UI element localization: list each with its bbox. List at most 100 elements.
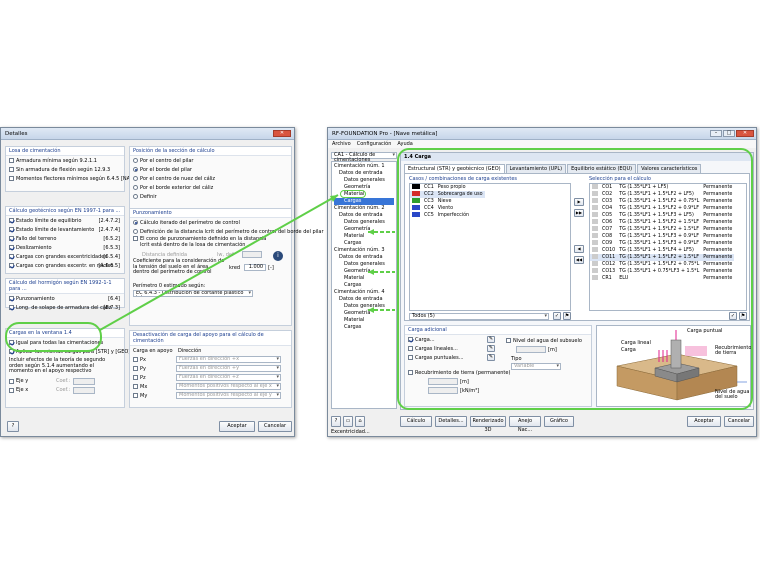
desact-checkbox[interactable] bbox=[133, 393, 138, 398]
perimetro-select[interactable]: EC 6.4.3 - Distribución de cortante plás… bbox=[133, 290, 253, 297]
bottom-icon-c[interactable]: ⌂ bbox=[355, 416, 365, 427]
pun-item-0-radio[interactable] bbox=[133, 220, 138, 225]
desact-checkbox[interactable] bbox=[133, 357, 138, 362]
bottom-icon-a[interactable]: ? bbox=[331, 416, 341, 427]
losa-item-1-checkbox[interactable] bbox=[9, 167, 14, 172]
tree-node[interactable]: Datos de entrada bbox=[334, 212, 394, 219]
desact-row[interactable]: My Momentos positivos respecto al eje y bbox=[130, 391, 291, 400]
close-icon[interactable]: ✕ bbox=[273, 130, 291, 137]
close-icon[interactable]: ✕ bbox=[736, 130, 754, 137]
desact-direction-select[interactable]: Fuerzas en dirección +z bbox=[176, 374, 281, 381]
desact-row[interactable]: Pz Fuerzas en dirección +z bbox=[130, 373, 291, 382]
geo-item-2-checkbox[interactable] bbox=[9, 236, 14, 241]
tree-node[interactable]: Datos generales bbox=[334, 177, 394, 184]
tree-node[interactable]: Cargas bbox=[334, 198, 394, 205]
tree-node[interactable]: Datos de entrada bbox=[334, 296, 394, 303]
tree-node[interactable]: Material bbox=[334, 275, 394, 282]
tree-node[interactable]: Material bbox=[334, 233, 394, 240]
kred-input[interactable]: 1.000 bbox=[244, 264, 267, 271]
minimize-icon[interactable]: – bbox=[710, 130, 722, 137]
menu-ayuda[interactable]: Ayuda bbox=[397, 140, 412, 148]
desact-checkbox[interactable] bbox=[133, 375, 138, 380]
hor-item-0-checkbox[interactable] bbox=[9, 296, 14, 301]
tree-node[interactable]: Cimentación núm. 3 bbox=[334, 247, 394, 254]
info-icon[interactable]: i bbox=[273, 251, 283, 261]
geo-item-2-row[interactable]: Fallo del terreno [6.5.2] bbox=[6, 234, 124, 243]
tree-node[interactable]: Cimentación núm. 1 bbox=[334, 163, 394, 170]
tree-node[interactable]: Cargas bbox=[334, 240, 394, 247]
eje-y-checkbox[interactable] bbox=[9, 378, 14, 384]
tree-node[interactable]: Cimentación núm. 2 bbox=[334, 205, 394, 212]
posicion-item-0-radio[interactable] bbox=[133, 158, 138, 163]
losa-item-0-checkbox[interactable] bbox=[9, 158, 14, 163]
menu-archivo[interactable]: Archivo bbox=[332, 140, 351, 148]
geo-item-4-row[interactable]: Cargas con grandes excentricidades [6.5.4… bbox=[6, 252, 124, 261]
tree-node[interactable]: Cargas bbox=[334, 282, 394, 289]
losa-item-2-row[interactable]: Momentos flectores mínimos según 6.4.5 [… bbox=[6, 174, 142, 183]
desact-row[interactable]: Py Fuerzas en dirección +y bbox=[130, 364, 291, 373]
pun-item-1-row[interactable]: Definición de la distancia lcrit del per… bbox=[130, 227, 324, 236]
geo-item-0-row[interactable]: Estado límite de equilibrio [2.4.7.2] bbox=[6, 216, 124, 225]
ok-button[interactable]: Aceptar bbox=[687, 416, 721, 427]
tree-node[interactable]: Geometría bbox=[334, 226, 394, 233]
geo-item-5-checkbox[interactable] bbox=[9, 263, 14, 268]
geo-item-5-row[interactable]: Cargas con grandes excentr. en núcleo [A … bbox=[6, 261, 124, 270]
geo-item-0-checkbox[interactable] bbox=[9, 218, 14, 223]
geo-item-1-checkbox[interactable] bbox=[9, 227, 14, 232]
ok-button[interactable]: Aceptar bbox=[219, 421, 255, 432]
tree-node[interactable]: Datos generales bbox=[334, 303, 394, 310]
tree-node[interactable]: Datos generales bbox=[334, 261, 394, 268]
losa-item-2-checkbox[interactable] bbox=[9, 176, 14, 181]
desact-direction-select[interactable]: Fuerzas en dirección +x bbox=[176, 356, 281, 363]
anejo-button[interactable]: Anejo Nac... bbox=[509, 416, 541, 433]
geo-item-1-row[interactable]: Estado límite de levantamiento [2.4.7.4] bbox=[6, 225, 124, 234]
pun-item-0-row[interactable]: Cálculo iterado del perímetro de control bbox=[130, 218, 291, 227]
coef-x-input[interactable] bbox=[73, 386, 96, 394]
cono-checkbox[interactable] bbox=[133, 236, 138, 241]
desact-direction-select[interactable]: Fuerzas en dirección +y bbox=[176, 365, 281, 372]
posicion-item-3-row[interactable]: Por el borde exterior del cáliz bbox=[130, 183, 291, 192]
case-select[interactable]: CA1 - Cálculo de cimentaciones bbox=[331, 152, 397, 163]
menu-configuracion[interactable]: Configuración bbox=[357, 140, 392, 148]
tree-node[interactable]: Geometría bbox=[334, 310, 394, 317]
pun-item-1-radio[interactable] bbox=[133, 229, 138, 234]
tree-node[interactable]: Datos de entrada bbox=[334, 170, 394, 177]
cancel-button[interactable]: Cancelar bbox=[724, 416, 754, 427]
posicion-item-1-radio[interactable] bbox=[133, 167, 138, 172]
posicion-item-0-row[interactable]: Por el centro del pilar bbox=[130, 156, 291, 165]
eje-x-checkbox[interactable] bbox=[9, 387, 14, 393]
posicion-item-2-row[interactable]: Por el centro de nuez del cáliz bbox=[130, 174, 291, 183]
help-button[interactable]: ? bbox=[7, 421, 19, 432]
tree-node[interactable]: Cimentación núm. 4 bbox=[334, 289, 394, 296]
desact-direction-select[interactable]: Momentos positivos respecto al eje x bbox=[176, 383, 281, 390]
geo-item-3-row[interactable]: Deslizamiento [6.5.3] bbox=[6, 243, 124, 252]
hor-item-0-row[interactable]: Punzonamiento [6.4] bbox=[6, 294, 124, 303]
cono-row[interactable]: El cono de punzonamiento definido en la … bbox=[130, 236, 270, 250]
desact-checkbox[interactable] bbox=[133, 384, 138, 389]
tree-node[interactable]: Material bbox=[334, 317, 394, 324]
distancia-input[interactable] bbox=[241, 251, 262, 258]
coef-y-input[interactable] bbox=[73, 377, 96, 385]
posicion-item-2-radio[interactable] bbox=[133, 176, 138, 181]
tree-node[interactable]: Datos de entrada bbox=[334, 254, 394, 261]
renderizado-button[interactable]: Renderizado 3D bbox=[470, 416, 506, 433]
tree-node[interactable]: Datos generales bbox=[334, 219, 394, 226]
losa-item-1-row[interactable]: Sin armadura de flexión según 12.9.3 bbox=[6, 165, 124, 174]
hor-item-1-row[interactable]: Long. de solape de armadura del cáliz [8.… bbox=[6, 303, 124, 312]
desact-row[interactable]: Px Fuerzas en dirección +x bbox=[130, 355, 291, 364]
tree-node[interactable]: Geometría bbox=[334, 268, 394, 275]
desact-direction-select[interactable]: Momentos positivos respecto al eje y bbox=[176, 392, 281, 399]
posicion-item-4-radio[interactable] bbox=[133, 194, 138, 199]
grafico-button[interactable]: Gráfico bbox=[544, 416, 574, 427]
bottom-icon-b[interactable]: ▭ bbox=[343, 416, 353, 427]
posicion-item-3-radio[interactable] bbox=[133, 185, 138, 190]
cancel-button[interactable]: Cancelar bbox=[258, 421, 292, 432]
desact-row[interactable]: Mx Momentos positivos respecto al eje x bbox=[130, 382, 291, 391]
losa-item-0-row[interactable]: Armadura mínima según 9.2.1.1 bbox=[6, 156, 124, 165]
geo-item-3-checkbox[interactable] bbox=[9, 245, 14, 250]
desact-checkbox[interactable] bbox=[133, 366, 138, 371]
geo-item-4-checkbox[interactable] bbox=[9, 254, 14, 259]
posicion-item-1-row[interactable]: Por el borde del pilar bbox=[130, 165, 291, 174]
detalles-button[interactable]: Detalles... bbox=[435, 416, 467, 427]
calculo-button[interactable]: Cálculo bbox=[400, 416, 432, 427]
